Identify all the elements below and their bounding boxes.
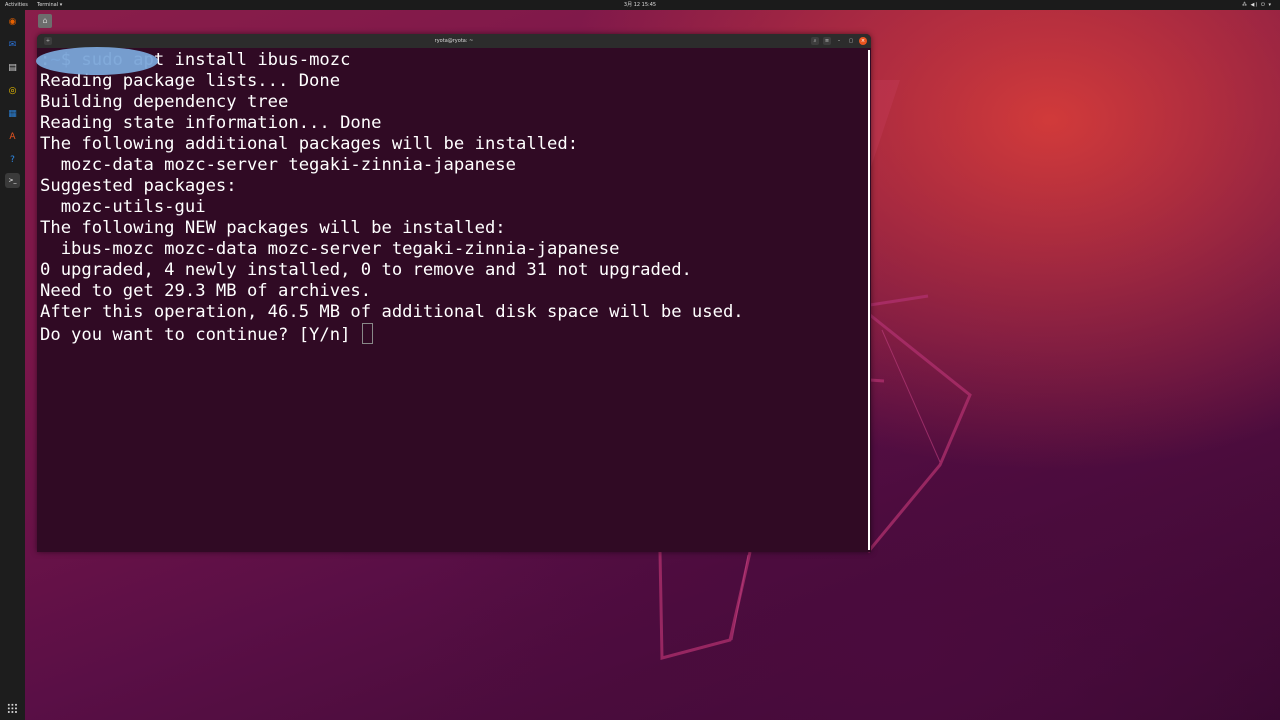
show-applications-icon[interactable] — [7, 703, 18, 714]
software-center-icon[interactable]: A — [5, 129, 20, 144]
scrollbar[interactable] — [868, 50, 870, 550]
output-line: mozc-data mozc-server tegaki-zinnia-japa… — [40, 155, 516, 175]
output-lines: Reading package lists... Done Building de… — [40, 71, 867, 323]
redaction-overlay — [36, 47, 158, 75]
output-line: The following NEW packages will be insta… — [40, 218, 506, 238]
close-icon[interactable]: × — [859, 37, 867, 45]
output-line: Suggested packages: — [40, 176, 237, 196]
libreoffice-writer-icon[interactable]: ▦ — [5, 106, 20, 121]
window-title: ryota@ryota: ~ — [434, 38, 474, 44]
dock: ◉ ✉ ▤ ◎ ▦ A ? >_ — [0, 10, 25, 720]
minimize-icon[interactable]: – — [835, 37, 843, 45]
system-tray[interactable]: ⁂ ◀) ⏻ ▾ — [1242, 0, 1272, 10]
rhythmbox-icon[interactable]: ◎ — [5, 83, 20, 98]
output-line: Building dependency tree — [40, 92, 289, 112]
text-cursor — [361, 323, 373, 344]
terminal-icon[interactable]: >_ — [5, 173, 20, 188]
output-line: mozc-utils-gui — [40, 197, 206, 217]
output-line: The following additional packages will b… — [40, 134, 579, 154]
home-folder-icon[interactable]: ⌂ — [38, 14, 52, 28]
terminal-output[interactable]: :~$ sudo apt install ibus-mozc Reading p… — [40, 50, 867, 552]
output-line: 0 upgraded, 4 newly installed, 0 to remo… — [40, 260, 692, 280]
search-icon[interactable]: ⌕ — [811, 37, 819, 45]
output-line: Reading package lists... Done — [40, 71, 341, 91]
continue-prompt: Do you want to continue? [Y/n] — [40, 325, 361, 345]
new-tab-icon[interactable]: + — [44, 37, 52, 45]
maximize-icon[interactable]: ▢ — [847, 37, 855, 45]
terminal-titlebar[interactable]: + ryota@ryota: ~ ⌕ ≡ – ▢ × — [37, 34, 871, 48]
top-bar: Activities Terminal ▾ 3月 12 15:45 ⁂ ◀) ⏻… — [0, 0, 1280, 10]
thunderbird-icon[interactable]: ✉ — [5, 37, 20, 52]
output-line: ibus-mozc mozc-data mozc-server tegaki-z… — [40, 239, 620, 259]
hamburger-menu-icon[interactable]: ≡ — [823, 37, 831, 45]
firefox-icon[interactable]: ◉ — [5, 14, 20, 29]
help-icon[interactable]: ? — [5, 152, 20, 167]
clock[interactable]: 3月 12 15:45 — [0, 0, 1280, 10]
files-icon[interactable]: ▤ — [5, 60, 20, 75]
output-line: Reading state information... Done — [40, 113, 382, 133]
output-line: After this operation, 46.5 MB of additio… — [40, 302, 744, 322]
output-line: Need to get 29.3 MB of archives. — [40, 281, 372, 301]
terminal-window[interactable]: + ryota@ryota: ~ ⌕ ≡ – ▢ × :~$ sudo apt … — [37, 34, 871, 552]
